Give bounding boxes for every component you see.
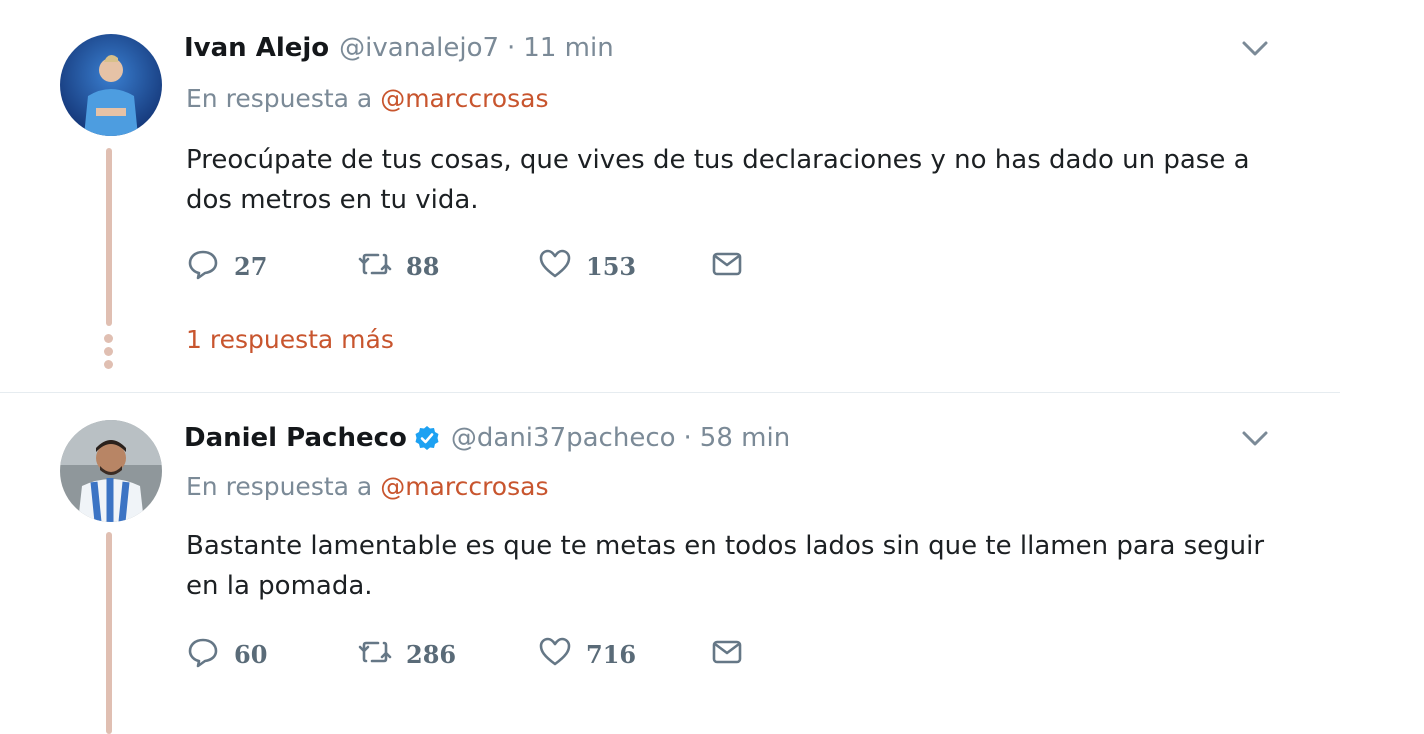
tweet-text: Preocúpate de tus cosas, que vives de tu… <box>186 145 1250 215</box>
reply-button[interactable]: 60 <box>186 634 267 674</box>
more-replies-link[interactable]: 1 respuesta más <box>186 325 394 354</box>
reply-context: En respuesta a @marccrosas <box>186 472 548 501</box>
envelope-icon <box>710 635 744 673</box>
retweet-arrows-icon <box>358 635 392 673</box>
tweet-daniel-pacheco[interactable]: Daniel Pacheco @dani37pacheco · 58 min E… <box>0 420 1340 734</box>
display-name[interactable]: Daniel Pacheco <box>184 423 407 453</box>
display-name[interactable]: Ivan Alejo <box>184 33 329 63</box>
like-button[interactable]: 716 <box>538 634 636 674</box>
timestamp[interactable]: 11 min <box>523 33 613 63</box>
direct-message-button[interactable] <box>710 634 744 674</box>
reply-context: En respuesta a @marccrosas <box>186 84 548 113</box>
heart-icon <box>538 635 572 673</box>
retweet-button[interactable]: 286 <box>358 634 456 674</box>
thread-dots <box>104 334 114 373</box>
tweet-divider <box>0 392 1340 393</box>
reply-count: 60 <box>234 639 268 669</box>
chevron-down-icon[interactable] <box>1236 34 1274 62</box>
tweet-ivan-alejo[interactable]: Ivan Alejo @ivanalejo7 · 11 min En respu… <box>0 30 1340 390</box>
reply-prefix: En respuesta a <box>186 472 373 501</box>
thread-line <box>106 532 112 734</box>
speech-bubble-icon <box>186 635 220 673</box>
separator-dot: · <box>507 33 516 63</box>
tweet-header: Ivan Alejo @ivanalejo7 · 11 min <box>184 30 614 66</box>
thread-line <box>106 148 112 326</box>
retweet-count: 88 <box>406 251 440 281</box>
tweet-header: Daniel Pacheco @dani37pacheco · 58 min <box>184 420 790 456</box>
separator-dot: · <box>683 423 692 453</box>
tweet-text: Bastante lamentable es que te metas en t… <box>186 531 1265 601</box>
like-count: 716 <box>586 639 637 669</box>
reply-mention-link[interactable]: @marccrosas <box>380 84 548 113</box>
tweet-actions: 27 88 153 <box>186 246 786 286</box>
heart-icon <box>538 247 572 285</box>
retweet-button[interactable]: 88 <box>358 246 439 286</box>
like-button[interactable]: 153 <box>538 246 636 286</box>
envelope-icon <box>710 247 744 285</box>
retweet-count: 286 <box>406 639 457 669</box>
reply-count: 27 <box>234 251 268 281</box>
tweet-actions: 60 286 716 <box>186 634 786 674</box>
chevron-down-icon[interactable] <box>1236 424 1274 452</box>
verified-badge-icon <box>413 424 441 452</box>
reply-mention-link[interactable]: @marccrosas <box>380 472 548 501</box>
avatar[interactable] <box>60 34 162 136</box>
user-handle[interactable]: @ivanalejo7 <box>339 33 499 63</box>
timestamp[interactable]: 58 min <box>700 423 790 453</box>
avatar[interactable] <box>60 420 162 522</box>
reply-button[interactable]: 27 <box>186 246 267 286</box>
direct-message-button[interactable] <box>710 246 744 286</box>
speech-bubble-icon <box>186 247 220 285</box>
like-count: 153 <box>586 251 637 281</box>
user-handle[interactable]: @dani37pacheco <box>451 423 676 453</box>
reply-prefix: En respuesta a <box>186 84 373 113</box>
retweet-arrows-icon <box>358 247 392 285</box>
